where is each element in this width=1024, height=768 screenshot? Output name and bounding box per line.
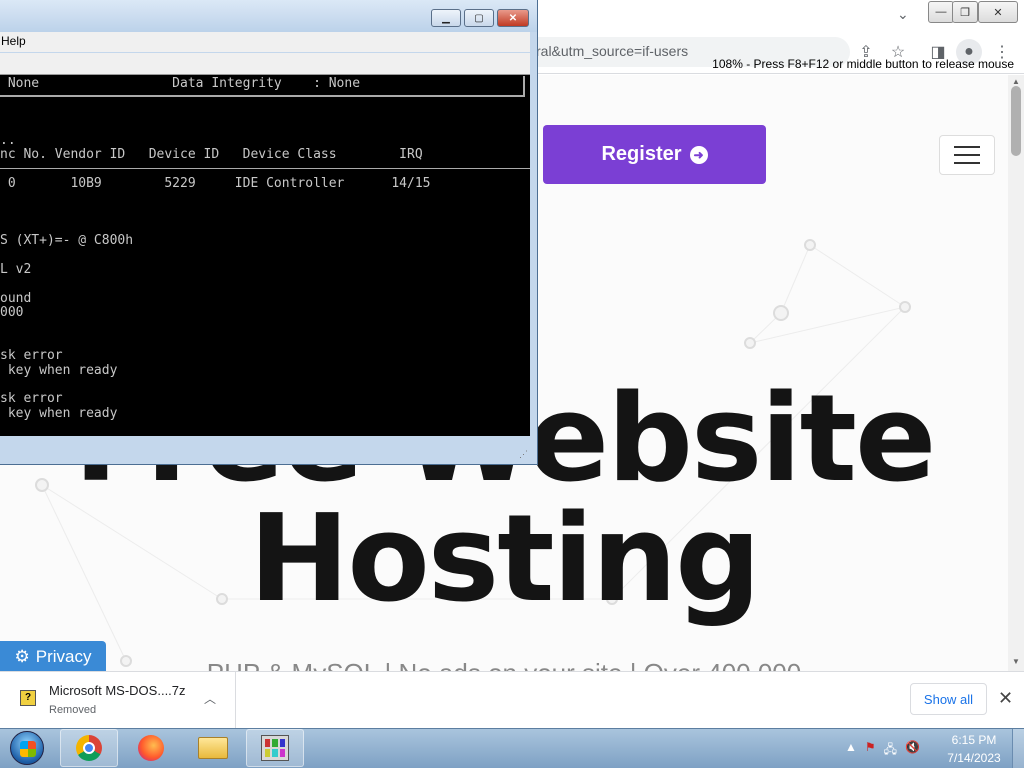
dos-table-separator	[0, 168, 530, 169]
restore-button[interactable]: ❐	[952, 1, 978, 23]
dos-line: ..	[0, 133, 16, 148]
dos-screen[interactable]	[0, 75, 530, 436]
taskbar-dos-emulator[interactable]	[246, 729, 304, 767]
network-icon[interactable]: 🖧	[884, 740, 897, 761]
emulator-icon	[261, 735, 289, 761]
close-button[interactable]: ✕	[978, 1, 1018, 23]
arrow-right-icon: ➜	[689, 145, 708, 164]
dos-line: None Data Integrity : None	[0, 76, 361, 91]
chevron-up-icon[interactable]: ︿	[204, 690, 216, 707]
dos-line: key when ready	[0, 406, 118, 421]
hero-subtitle: PHP & MySQL | No ads on your site | Over…	[0, 658, 1008, 671]
archive-file-icon: ?	[20, 690, 36, 706]
close-shelf-icon[interactable]: ✕	[998, 688, 1013, 709]
hamburger-menu-button[interactable]	[939, 135, 995, 175]
address-text[interactable]: ral&utm_source=if-users	[536, 43, 688, 59]
taskbar-explorer[interactable]	[184, 729, 242, 767]
scrollbar-thumb[interactable]	[1011, 86, 1021, 156]
privacy-label: Privacy	[35, 647, 92, 666]
download-file-name[interactable]: Microsoft MS-DOS....7z	[49, 683, 186, 698]
tab-search-chevron-icon[interactable]: ⌄	[897, 6, 909, 23]
menu-help[interactable]: Help	[1, 34, 26, 48]
dos-line: key when ready	[0, 363, 118, 378]
privacy-button[interactable]: ⚙ Privacy	[0, 641, 106, 673]
dos-menu-bar	[0, 32, 530, 52]
firefox-icon	[138, 735, 164, 761]
dos-line: S (XT+)=- @ C800h	[0, 233, 134, 248]
dos-maximize-button[interactable]: ▢	[464, 9, 494, 27]
download-status: Removed	[49, 704, 97, 716]
clock-date[interactable]: 7/14/2023	[942, 751, 1006, 765]
scroll-up-arrow-icon[interactable]: ▲	[1012, 77, 1020, 86]
dos-line: ound	[0, 291, 32, 306]
dos-line: L v2	[0, 262, 32, 277]
dos-line: 0 10B9 5229 IDE Controller 14/15	[0, 176, 431, 191]
show-desktop-button[interactable]	[1012, 729, 1024, 768]
hero-title-line2: Hosting	[248, 490, 761, 629]
dos-close-button[interactable]: ✕	[497, 9, 529, 27]
windows-logo-icon	[10, 731, 44, 765]
register-button[interactable]: Register ➜	[543, 125, 766, 184]
dos-window-bottom-border	[0, 436, 530, 464]
chrome-icon	[76, 735, 102, 761]
taskbar-firefox[interactable]	[122, 729, 180, 767]
dos-line: 000	[0, 305, 24, 320]
page-scrollbar[interactable]	[1008, 75, 1024, 671]
taskbar-chrome[interactable]	[60, 729, 118, 767]
gear-icon: ⚙	[14, 647, 30, 666]
dos-status-bar	[0, 53, 530, 75]
minimize-button[interactable]: —	[928, 1, 954, 23]
clock-time[interactable]: 6:15 PM	[946, 733, 1002, 747]
tray-expand-icon[interactable]: ▲	[845, 740, 857, 761]
system-tray: ▲ ⚑ 🖧 🔇	[845, 740, 920, 761]
dos-minimize-button[interactable]: ▁	[431, 9, 461, 27]
dos-status-text: 108% - Press F8+F12 or middle button to …	[712, 57, 1014, 71]
dos-line: sk error	[0, 348, 63, 363]
dos-line: sk error	[0, 391, 63, 406]
dos-line: nc No. Vendor ID Device ID Device Class …	[0, 147, 423, 162]
register-label: Register	[601, 143, 682, 165]
show-all-button[interactable]: Show all	[910, 683, 987, 715]
start-button[interactable]	[2, 729, 52, 767]
action-center-flag-icon[interactable]: ⚑	[865, 740, 876, 761]
resize-grip-icon[interactable]: ⋰	[519, 449, 528, 460]
folder-icon	[198, 737, 228, 759]
volume-muted-icon[interactable]: 🔇	[905, 740, 920, 761]
scroll-down-arrow-icon[interactable]: ▼	[1012, 657, 1020, 666]
